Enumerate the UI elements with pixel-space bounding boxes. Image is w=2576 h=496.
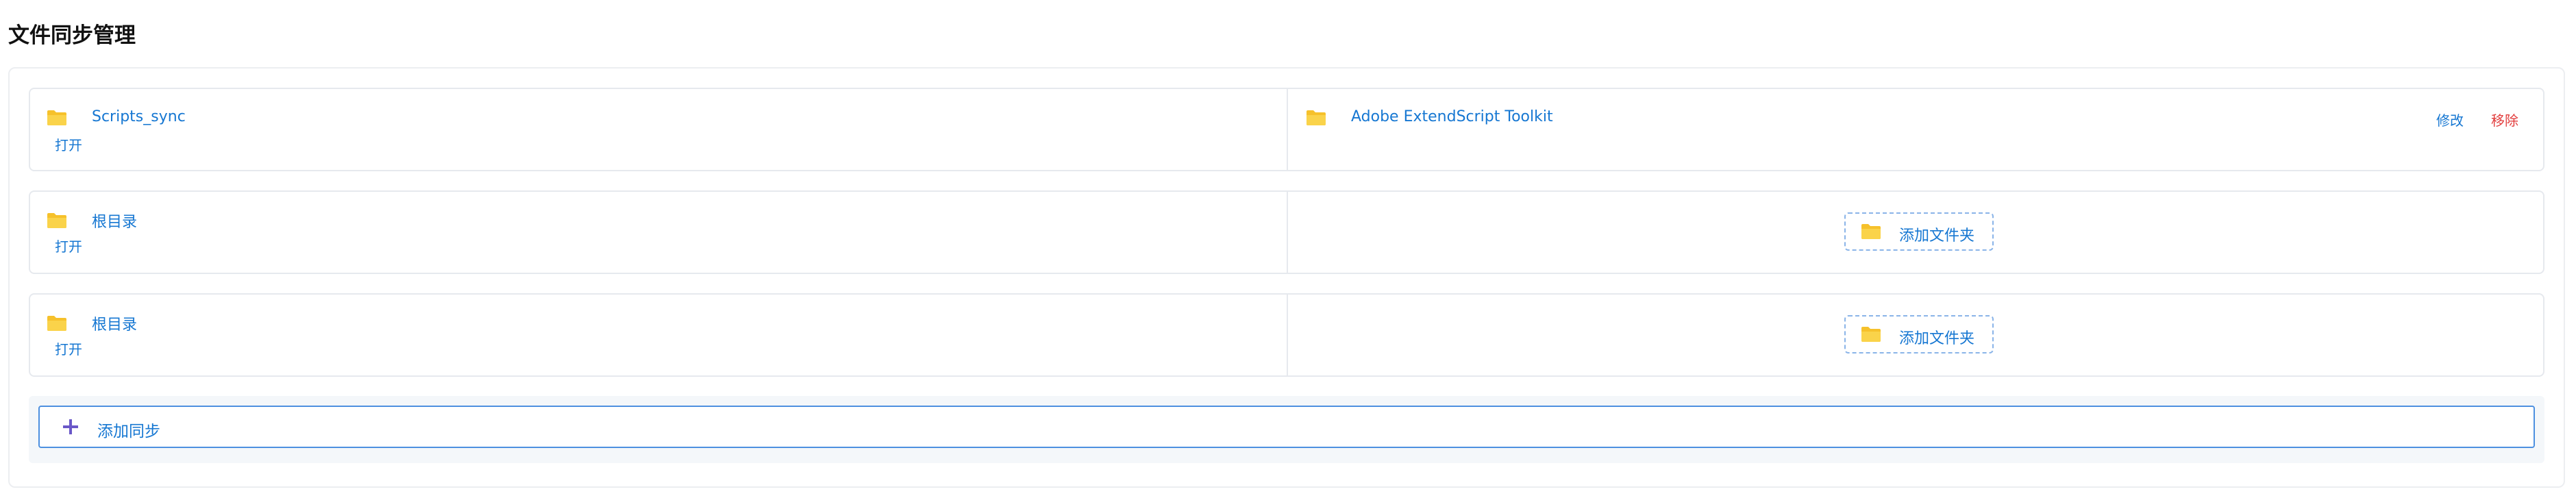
- source-folder-name[interactable]: 根目录: [92, 312, 137, 334]
- folder-icon: [47, 212, 67, 229]
- folder-icon: [1861, 223, 1881, 240]
- target-folder-cell: 添加文件夹: [1288, 295, 2543, 375]
- source-folder-cell: Scripts_sync 打开: [30, 89, 1288, 170]
- source-folder-name[interactable]: Scripts_sync: [92, 108, 186, 125]
- folder-icon: [1861, 326, 1881, 343]
- source-folder-cell: 根目录 打开: [30, 295, 1288, 375]
- add-sync-label: 添加同步: [97, 423, 160, 441]
- folder-icon: [1306, 110, 1326, 126]
- target-folder-name[interactable]: Adobe ExtendScript Toolkit: [1351, 108, 1553, 125]
- sync-panel: Scripts_sync 打开 Adobe ExtendScript Toolk…: [8, 67, 2565, 488]
- page: 文件同步管理 Scripts_sync 打开 Adobe ExtendScrip…: [0, 0, 2576, 496]
- source-folder-name[interactable]: 根目录: [92, 210, 137, 232]
- add-sync-area: 添加同步: [29, 396, 2544, 463]
- source-folder-cell: 根目录 打开: [30, 192, 1288, 273]
- sync-row: Scripts_sync 打开 Adobe ExtendScript Toolk…: [29, 88, 2544, 171]
- edit-button[interactable]: 修改: [2436, 110, 2464, 129]
- remove-button[interactable]: 移除: [2491, 110, 2518, 129]
- folder-icon: [47, 110, 67, 126]
- open-link[interactable]: 打开: [55, 236, 82, 256]
- open-link[interactable]: 打开: [55, 338, 82, 358]
- folder-icon: [47, 315, 67, 332]
- page-title: 文件同步管理: [8, 23, 136, 48]
- target-folder-cell: Adobe ExtendScript Toolkit 修改 移除: [1288, 89, 2543, 170]
- add-folder-label: 添加文件夹: [1899, 330, 1975, 347]
- add-folder-label: 添加文件夹: [1899, 227, 1975, 245]
- target-folder-cell: 添加文件夹: [1288, 192, 2543, 273]
- plus-icon: [62, 418, 79, 436]
- sync-row: 根目录 打开 添加文件夹: [29, 190, 2544, 274]
- add-folder-button[interactable]: 添加文件夹: [1844, 315, 1994, 354]
- add-folder-button[interactable]: 添加文件夹: [1844, 212, 1994, 251]
- open-link[interactable]: 打开: [55, 134, 82, 154]
- add-sync-button[interactable]: 添加同步: [38, 406, 2535, 448]
- sync-row: 根目录 打开 添加文件夹: [29, 293, 2544, 377]
